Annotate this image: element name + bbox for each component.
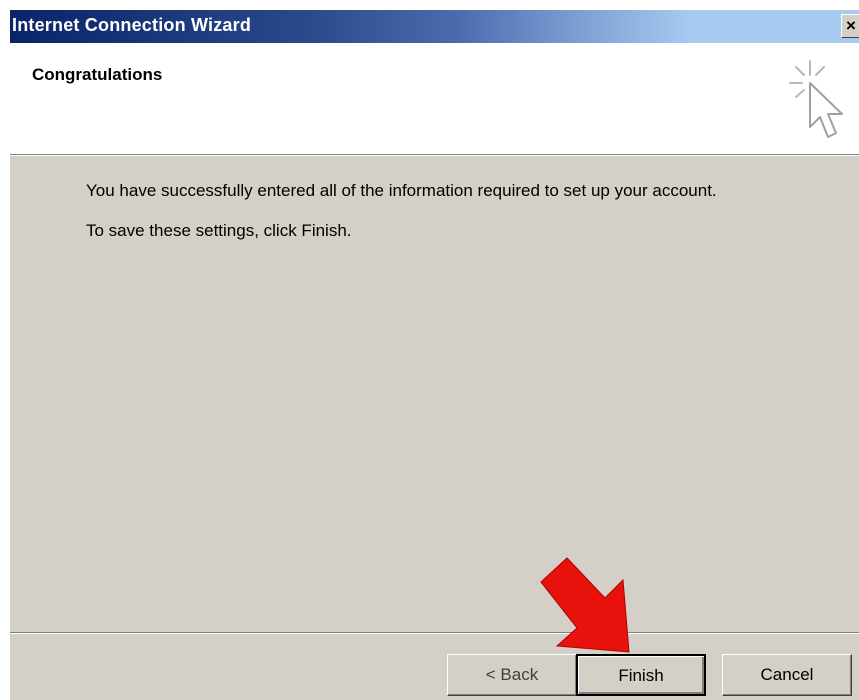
page-heading: Congratulations xyxy=(32,65,163,84)
cancel-button[interactable]: Cancel xyxy=(722,654,852,696)
success-message: You have successfully entered all of the… xyxy=(86,181,717,200)
header-divider-highlight xyxy=(10,155,859,156)
finish-instruction: To save these settings, click Finish. xyxy=(86,221,352,240)
wizard-sparkle-cursor-icon xyxy=(789,60,843,138)
title-bar[interactable]: Internet Connection Wizard × xyxy=(10,10,859,43)
wizard-header: Congratulations xyxy=(10,43,859,155)
finish-button[interactable]: Finish xyxy=(576,654,706,696)
wizard-window: Internet Connection Wizard × Congratulat… xyxy=(0,0,859,700)
close-icon: × xyxy=(846,16,856,35)
back-button[interactable]: < Back xyxy=(447,654,577,696)
window-title: Internet Connection Wizard xyxy=(12,15,252,35)
button-separator xyxy=(10,632,859,634)
red-arrow-icon xyxy=(540,557,630,653)
close-button[interactable]: × xyxy=(841,14,859,38)
